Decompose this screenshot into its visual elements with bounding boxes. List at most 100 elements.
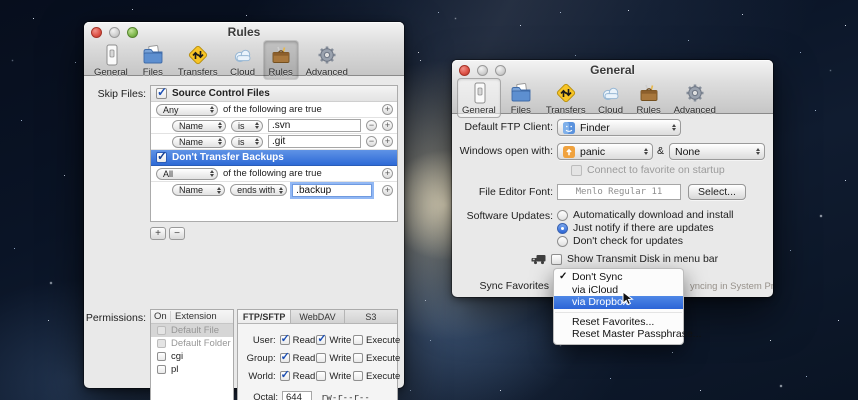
general-icon — [474, 82, 486, 104]
operator-popup[interactable]: ends with — [230, 184, 288, 196]
toolbar-item-transfers[interactable]: Transfers — [173, 40, 223, 80]
toolbar-item-rules[interactable]: Rules — [262, 40, 299, 80]
condition-value-field-focused[interactable]: .backup — [292, 183, 373, 197]
update-option-row: Don't check for updates — [557, 235, 683, 247]
table-row[interactable]: Default File — [151, 324, 233, 337]
radio-label: Don't check for updates — [573, 235, 683, 247]
skip-files-label: Skip Files: — [97, 88, 146, 100]
menu-item-via-dropbox[interactable]: via Dropbox — [554, 296, 683, 309]
general-titlebar[interactable]: General General Files Transfers Cloud Ru… — [452, 60, 773, 118]
toolbar-item-general[interactable]: General — [457, 78, 501, 118]
on-checkbox[interactable] — [156, 365, 166, 374]
match-popup[interactable]: Any — [156, 103, 218, 116]
rules-titlebar[interactable]: Rules General Files Transfers Cloud Rule… — [84, 22, 404, 80]
remove-condition-button[interactable]: − — [366, 136, 377, 147]
general-icon — [106, 44, 118, 66]
write-label: Write — [329, 370, 352, 382]
auto-download-radio[interactable] — [557, 209, 568, 221]
toolbar-item-rules[interactable]: Rules — [631, 78, 667, 118]
sync-favorites-menu: ✓ Don't Sync via iCloud via Dropbox Rese… — [553, 268, 702, 345]
software-updates-label: Software Updates: — [466, 210, 553, 222]
editor-font-field[interactable]: Menlo Regular 11 — [557, 184, 681, 200]
tab-webdav[interactable]: WebDAV — [291, 310, 345, 323]
world-write-checkbox[interactable] — [316, 371, 327, 381]
files-icon — [143, 44, 163, 64]
menu-item-via-icloud[interactable]: via iCloud — [554, 284, 683, 297]
rule-checkbox[interactable] — [156, 85, 167, 99]
toolbar-item-cloud[interactable]: Cloud — [225, 40, 261, 80]
octal-field[interactable]: 644 — [282, 391, 312, 400]
menu-item-dont-sync[interactable]: ✓ Don't Sync — [554, 271, 683, 284]
select-font-button[interactable]: Select... — [688, 184, 746, 200]
rule-group-backups-selected[interactable]: Don't Transfer Backups — [151, 149, 397, 166]
remove-rule-button[interactable]: − — [169, 227, 185, 240]
menu-separator — [555, 311, 682, 313]
connect-favorite-label: Connect to favorite on startup — [587, 164, 725, 176]
add-condition-button[interactable]: + — [382, 120, 393, 131]
on-checkbox[interactable] — [156, 352, 166, 361]
world-execute-checkbox[interactable] — [353, 371, 363, 381]
field-popup[interactable]: Name — [172, 135, 226, 148]
rules-toolbar: General Files Transfers Cloud Rules Adva… — [89, 40, 353, 80]
mouse-cursor — [622, 291, 633, 306]
add-condition-button[interactable]: + — [382, 168, 393, 179]
table-row[interactable]: cgi — [151, 350, 233, 363]
on-checkbox[interactable] — [156, 326, 166, 335]
column-extension[interactable]: Extension — [171, 311, 217, 322]
popup-stepper-icon — [210, 106, 214, 113]
rule-group-title: Don't Transfer Backups — [172, 152, 284, 163]
ftp-client-popup[interactable]: Finder — [557, 119, 681, 136]
toolbar-item-transfers[interactable]: Transfers — [541, 78, 591, 118]
files-icon — [511, 82, 531, 102]
field-popup[interactable]: Name — [172, 184, 226, 196]
user-write-checkbox[interactable] — [316, 332, 327, 345]
rule-group-source-control[interactable]: Source Control Files — [151, 85, 397, 102]
column-on[interactable]: On — [151, 311, 171, 322]
match-suffix: of the following are true — [223, 104, 322, 115]
tab-ftp-sftp[interactable]: FTP/SFTP — [238, 310, 292, 323]
operator-popup[interactable]: is — [231, 135, 263, 148]
operator-popup[interactable]: is — [231, 119, 263, 132]
cloud-icon — [234, 49, 251, 63]
group-write-checkbox[interactable] — [316, 353, 327, 363]
toolbar-item-files[interactable]: Files — [135, 40, 171, 80]
transmit-truck-icon — [531, 254, 546, 264]
rule-checkbox[interactable] — [156, 149, 167, 163]
add-condition-button[interactable]: + — [382, 184, 393, 196]
menu-item-reset-master-passphrase[interactable]: Reset Master Passphrase... — [554, 328, 702, 341]
user-read-checkbox[interactable] — [279, 332, 290, 345]
windows-open-popup-1[interactable]: panic — [557, 143, 653, 160]
just-notify-radio[interactable] — [557, 222, 568, 234]
menu-item-reset-favorites[interactable]: Reset Favorites... — [554, 316, 683, 329]
extension-name: pl — [171, 364, 179, 375]
connect-favorite-checkbox[interactable] — [571, 164, 582, 176]
on-checkbox[interactable] — [156, 339, 166, 348]
group-execute-checkbox[interactable] — [353, 353, 363, 363]
add-condition-button[interactable]: + — [382, 136, 393, 147]
table-row[interactable]: Default Folder — [151, 337, 233, 350]
popup-stepper-icon — [218, 138, 222, 145]
user-execute-checkbox[interactable] — [353, 335, 363, 345]
transmit-disk-checkbox[interactable] — [551, 253, 562, 265]
dont-check-radio[interactable] — [557, 235, 568, 247]
field-popup[interactable]: Name — [172, 119, 226, 132]
world-read-checkbox[interactable] — [279, 368, 290, 381]
toolbar-item-files[interactable]: Files — [503, 78, 539, 118]
row-label: User: — [252, 334, 276, 346]
add-condition-button[interactable]: + — [382, 104, 393, 115]
extension-name: Default Folder — [171, 338, 231, 349]
toolbar-item-general[interactable]: General — [89, 40, 133, 80]
add-rule-button[interactable]: + — [150, 227, 166, 240]
table-row[interactable]: pl — [151, 363, 233, 376]
group-read-checkbox[interactable] — [279, 350, 290, 363]
toolbar-item-cloud[interactable]: Cloud — [593, 78, 629, 118]
tab-s3[interactable]: S3 — [344, 310, 397, 323]
octal-row: Octal: 644 rw-r--r-- — [238, 391, 397, 400]
toolbar-item-advanced[interactable]: Advanced — [301, 40, 353, 80]
condition-value-field[interactable]: .svn — [268, 119, 361, 132]
toolbar-item-advanced[interactable]: Advanced — [669, 78, 721, 118]
match-popup[interactable]: All — [156, 167, 218, 180]
condition-value-field[interactable]: .git — [268, 135, 361, 148]
remove-condition-button[interactable]: − — [366, 120, 377, 131]
windows-open-popup-2[interactable]: None — [669, 143, 765, 160]
